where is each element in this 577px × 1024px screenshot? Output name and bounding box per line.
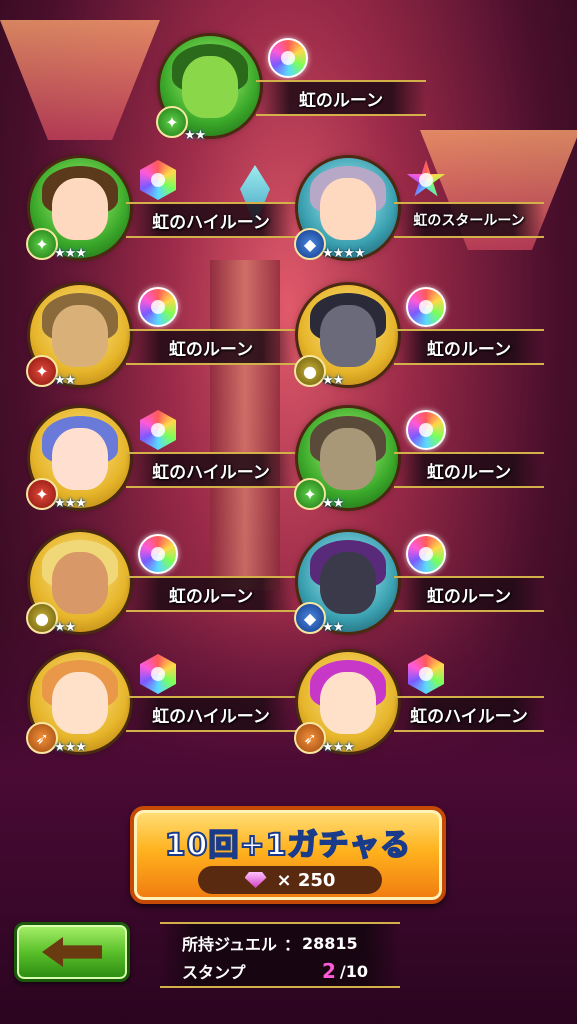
gacha-cost: × 250 — [198, 866, 382, 894]
stamp-total: /10 — [339, 961, 369, 981]
reward-slot-2[interactable]: ✦ ★★★ 虹のハイルーン — [26, 158, 296, 263]
game-screen: ✦ ★★ 虹のルーン ✦ ★★★ 虹のハイルーン ◆ ★★★★ 虹のスタールーン — [0, 0, 577, 1024]
rainbow-rune-icon — [406, 287, 446, 327]
character-face — [320, 428, 376, 490]
character-face — [182, 56, 238, 118]
rainbow-high-rune-icon — [140, 654, 176, 694]
gacha-button-title: 10回+1ガチャる — [164, 827, 412, 864]
reward-label-bar: 虹のハイルーン — [126, 202, 296, 238]
character-face — [320, 672, 376, 734]
reward-label-bar: 虹のルーン — [394, 452, 544, 488]
rainbow-high-rune-icon — [140, 160, 176, 200]
reward-name: 虹のルーン — [298, 90, 384, 111]
reward-slot-3[interactable]: ◆ ★★★★ 虹のスタールーン — [294, 158, 558, 263]
rainbow-rune-icon — [138, 534, 178, 574]
reward-name: 虹のルーン — [426, 339, 512, 360]
character-face — [52, 178, 108, 240]
rarity-stars: ★★ — [322, 373, 344, 388]
jewel-separator: ： — [283, 935, 300, 954]
reward-slot-5[interactable]: ● ★★ 虹のルーン — [294, 285, 558, 390]
reward-slot-11[interactable]: ➶ ★★★ 虹のハイルーン — [294, 652, 558, 757]
rarity-stars: ★★ — [322, 496, 344, 511]
character-face — [320, 178, 376, 240]
rainbow-rune-icon — [138, 287, 178, 327]
rainbow-rune-icon — [406, 534, 446, 574]
reward-label-bar: 虹のルーン — [126, 576, 296, 612]
rarity-stars: ★★ — [322, 620, 344, 635]
stamp-row: スタンプ 2 /10 — [182, 958, 392, 984]
rarity-stars: ★★ — [54, 620, 76, 635]
reward-slot-8[interactable]: ● ★★ 虹のルーン — [26, 532, 296, 637]
reward-label-bar: 虹のルーン — [394, 329, 544, 365]
gem-icon — [244, 872, 267, 888]
reward-label-bar: 虹のハイルーン — [126, 696, 296, 732]
reward-label-bar: 虹のルーン — [256, 80, 426, 116]
reward-name: 虹のルーン — [168, 339, 254, 360]
reward-label-bar: 虹のスタールーン — [394, 202, 544, 238]
character-face — [52, 428, 108, 490]
jewel-row: 所持ジュエル ： 28815 — [182, 930, 392, 956]
rarity-stars: ★★★ — [322, 740, 355, 755]
gacha-10-plus-1-button[interactable]: 10回+1ガチャる × 250 — [130, 806, 446, 904]
character-face — [52, 672, 108, 734]
reward-name: 虹のハイルーン — [410, 706, 528, 727]
reward-slot-9[interactable]: ◆ ★★ 虹のルーン — [294, 532, 558, 637]
reward-label-bar: 虹のハイルーン — [394, 696, 544, 732]
reward-name: 虹のルーン — [426, 586, 512, 607]
jewel-label: 所持ジュエル — [182, 935, 277, 954]
reward-label-bar: 虹のルーン — [394, 576, 544, 612]
reward-label-bar: 虹のルーン — [126, 329, 296, 365]
rarity-stars: ★★★ — [54, 740, 87, 755]
rarity-stars: ★★★ — [54, 246, 87, 261]
background-lamp-left — [0, 20, 160, 140]
reward-name: 虹のスタールーン — [413, 213, 525, 229]
rainbow-high-rune-icon — [408, 654, 444, 694]
character-face — [320, 552, 376, 614]
rainbow-high-rune-icon — [140, 410, 176, 450]
jewel-value: 28815 — [302, 933, 358, 953]
arrow-left-icon — [42, 937, 102, 967]
rarity-stars: ★★ — [54, 373, 76, 388]
currency-info-panel: 所持ジュエル ： 28815 スタンプ 2 /10 — [160, 922, 400, 988]
reward-label-bar: 虹のハイルーン — [126, 452, 296, 488]
reward-name: 虹のハイルーン — [152, 212, 270, 233]
reward-name: 虹のハイルーン — [152, 462, 270, 483]
rainbow-star-rune-icon — [406, 160, 446, 197]
reward-name: 虹のルーン — [168, 586, 254, 607]
reward-name: 虹のハイルーン — [152, 706, 270, 727]
rarity-stars: ★★ — [184, 128, 206, 143]
reward-slot-4[interactable]: ✦ ★★ 虹のルーン — [26, 285, 296, 390]
gacha-cost-value: × 250 — [276, 869, 336, 891]
reward-slot-10[interactable]: ➶ ★★★ 虹のハイルーン — [26, 652, 296, 757]
reward-slot-6[interactable]: ✦ ★★★ 虹のハイルーン — [26, 408, 296, 513]
stamp-label: スタンプ — [182, 963, 246, 982]
back-button[interactable] — [14, 922, 130, 982]
character-face — [52, 305, 108, 367]
rainbow-rune-icon — [268, 38, 308, 78]
character-face — [320, 305, 376, 367]
rarity-stars: ★★★ — [54, 496, 87, 511]
character-face — [52, 552, 108, 614]
reward-name: 虹のルーン — [426, 462, 512, 483]
rarity-stars: ★★★★ — [322, 246, 366, 261]
reward-slot-7[interactable]: ✦ ★★ 虹のルーン — [294, 408, 558, 513]
stamp-current: 2 — [322, 959, 336, 983]
rainbow-rune-icon — [406, 410, 446, 450]
reward-slot-1[interactable]: ✦ ★★ 虹のルーン — [156, 36, 426, 143]
